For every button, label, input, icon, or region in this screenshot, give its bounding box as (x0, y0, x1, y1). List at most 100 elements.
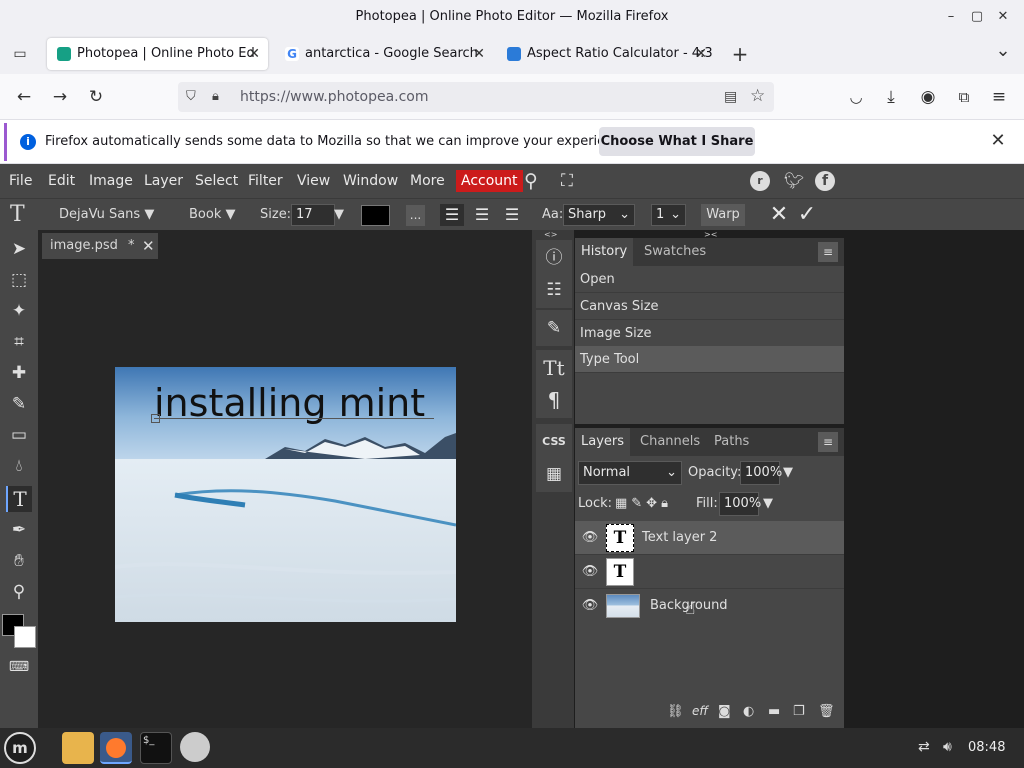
close-notification-button[interactable]: ✕ (987, 130, 1009, 152)
choose-what-i-share-button[interactable]: Choose What I Share (599, 127, 755, 156)
menu-file[interactable]: File (9, 164, 32, 198)
layer-row[interactable]: 👁︎ Background ☝︎ (575, 589, 844, 623)
close-tab-icon[interactable]: ✕ (695, 38, 707, 70)
image-panel-icon[interactable]: ▦ (536, 456, 572, 492)
fullscreen-icon[interactable]: ⛶ (556, 170, 578, 192)
opacity-input[interactable]: 100% (740, 461, 782, 485)
close-window-button[interactable]: ✕ (994, 8, 1012, 26)
font-family-select[interactable]: DejaVu Sans ▼ (59, 199, 154, 231)
downloads-icon[interactable]: ⤓ (880, 86, 902, 108)
fill-dropdown-icon[interactable]: ▼ (763, 492, 773, 516)
mint-menu-icon[interactable]: m (4, 732, 36, 764)
font-size-input[interactable]: 17 px (291, 204, 335, 242)
maximize-button[interactable]: ▢ (968, 8, 986, 26)
tab-history[interactable]: History (575, 238, 634, 266)
bookmark-star-icon[interactable]: ☆ (750, 87, 768, 105)
layers-menu-icon[interactable]: ≡ (818, 432, 838, 452)
character-panel-icon[interactable]: Tt (536, 350, 572, 386)
back-button[interactable]: ← (13, 86, 35, 108)
tracking-shield-icon[interactable]: ⛉ (186, 89, 202, 105)
text-color-swatch[interactable] (361, 205, 390, 226)
align-left-icon[interactable]: ☰ (440, 204, 464, 226)
history-menu-icon[interactable]: ≡ (818, 242, 838, 262)
extensions-icon[interactable]: ⧉ (953, 86, 975, 108)
pocket-icon[interactable]: ◡ (845, 86, 867, 108)
antialias-select[interactable]: Sharp ⌄ (563, 204, 635, 226)
reddit-icon[interactable]: r (750, 171, 770, 191)
tab-google-search[interactable]: G antarctica - Google Search ✕ (275, 38, 493, 70)
volume-icon[interactable]: 🔊︎ (943, 739, 952, 755)
menu-view[interactable]: View (297, 164, 330, 198)
visibility-eye-icon[interactable]: 👁︎ (581, 597, 599, 615)
search-icon[interactable]: ⚲ (524, 170, 546, 192)
list-tabs-button[interactable]: ⌄ (992, 40, 1014, 62)
expand-panels-icon[interactable]: <> (544, 230, 557, 239)
history-item[interactable]: Image Size (575, 320, 844, 347)
tab-photopea[interactable]: Photopea | Online Photo Ed ✕ (47, 38, 268, 70)
menu-filter[interactable]: Filter (248, 164, 283, 198)
align-center-icon[interactable]: ☰ (470, 204, 494, 226)
tab-channels[interactable]: Channels (634, 428, 706, 456)
commit-edit-button[interactable]: ✓ (795, 202, 819, 228)
menu-window[interactable]: Window (343, 164, 398, 198)
paragraph-panel-icon[interactable]: ¶ (536, 382, 572, 418)
adjustment-layer-icon[interactable]: ◐ (743, 704, 754, 719)
disc-icon[interactable] (180, 732, 210, 762)
blur-tool-icon[interactable]: 💧︎ (6, 453, 32, 479)
facebook-icon[interactable]: f (815, 171, 835, 191)
delete-layer-icon[interactable]: 🗑︎ (818, 704, 835, 719)
lock-icon[interactable]: 🔒︎ (212, 89, 228, 105)
menu-edit[interactable]: Edit (48, 164, 75, 198)
tab-swatches[interactable]: Swatches (638, 238, 712, 266)
menu-select[interactable]: Select (195, 164, 238, 198)
crop-tool-icon[interactable]: ⌗ (6, 329, 32, 355)
tab-overview-icon[interactable]: ▭ (10, 44, 30, 64)
files-icon[interactable] (62, 732, 94, 764)
url-text[interactable]: https://www.photopea.com (240, 82, 429, 112)
fill-input[interactable]: 100% (719, 492, 761, 516)
clock[interactable]: 08:48 (968, 740, 1005, 755)
info-panel-icon[interactable]: ⓘ (536, 240, 572, 276)
account-icon[interactable]: ◉ (917, 86, 939, 108)
history-item[interactable]: Type Tool (575, 346, 844, 373)
brush-panel-icon[interactable]: ✎ (536, 310, 572, 346)
network-icon[interactable]: ⇄ (918, 739, 930, 755)
align-right-icon[interactable]: ☰ (500, 204, 524, 226)
menu-more[interactable]: More (410, 164, 445, 198)
layer-row[interactable]: 👁︎ T Text layer 2 (575, 521, 844, 555)
menu-image[interactable]: Image (89, 164, 133, 198)
reload-button[interactable]: ↻ (85, 86, 107, 108)
adjustments-panel-icon[interactable]: ☷ (536, 272, 572, 308)
account-button[interactable]: Account (456, 170, 523, 192)
css-panel-icon[interactable]: CSS (536, 424, 572, 460)
minimize-button[interactable]: – (942, 8, 960, 26)
lock-options-icons[interactable]: ▦✎✥🔒︎ (615, 492, 672, 516)
document-tab[interactable]: image.psd * ✕ (42, 233, 158, 259)
line-spacing-select[interactable]: 1 ⌄ (651, 204, 686, 226)
text-anchor-handle[interactable] (151, 414, 160, 423)
type-tool-icon[interactable]: T (6, 486, 32, 512)
layer-name[interactable]: Text layer 2 (642, 521, 717, 555)
menu-icon[interactable]: ≡ (988, 86, 1010, 108)
move-tool-icon[interactable]: ➤ (6, 236, 32, 262)
close-tab-icon[interactable]: ✕ (248, 38, 260, 70)
opacity-dropdown-icon[interactable]: ▼ (783, 461, 793, 485)
pen-tool-icon[interactable]: ✒ (6, 517, 32, 543)
warp-button[interactable]: Warp (701, 204, 745, 226)
font-style-select[interactable]: Book ▼ (189, 199, 235, 231)
brush-tool-icon[interactable]: ✎ (6, 391, 32, 417)
new-group-icon[interactable]: ▬ (768, 704, 780, 719)
image-canvas[interactable]: installing mint (115, 367, 456, 622)
reader-view-icon[interactable]: ▤ (724, 89, 740, 105)
firefox-taskbar-icon[interactable] (100, 732, 132, 764)
cancel-edit-button[interactable]: ✕ (767, 202, 791, 228)
hand-tool-icon[interactable]: ✋︎ (6, 548, 32, 574)
tab-layers[interactable]: Layers (575, 428, 631, 456)
twitter-icon[interactable]: 🐦︎ (784, 171, 804, 191)
background-color-swatch[interactable] (14, 626, 36, 648)
close-document-icon[interactable]: ✕ (142, 233, 155, 259)
blend-mode-select[interactable]: Normal ⌄ (578, 461, 682, 485)
forward-button[interactable]: → (49, 86, 71, 108)
link-layers-icon[interactable]: ⛓ (667, 704, 684, 719)
new-layer-icon[interactable]: ❐ (793, 704, 805, 719)
